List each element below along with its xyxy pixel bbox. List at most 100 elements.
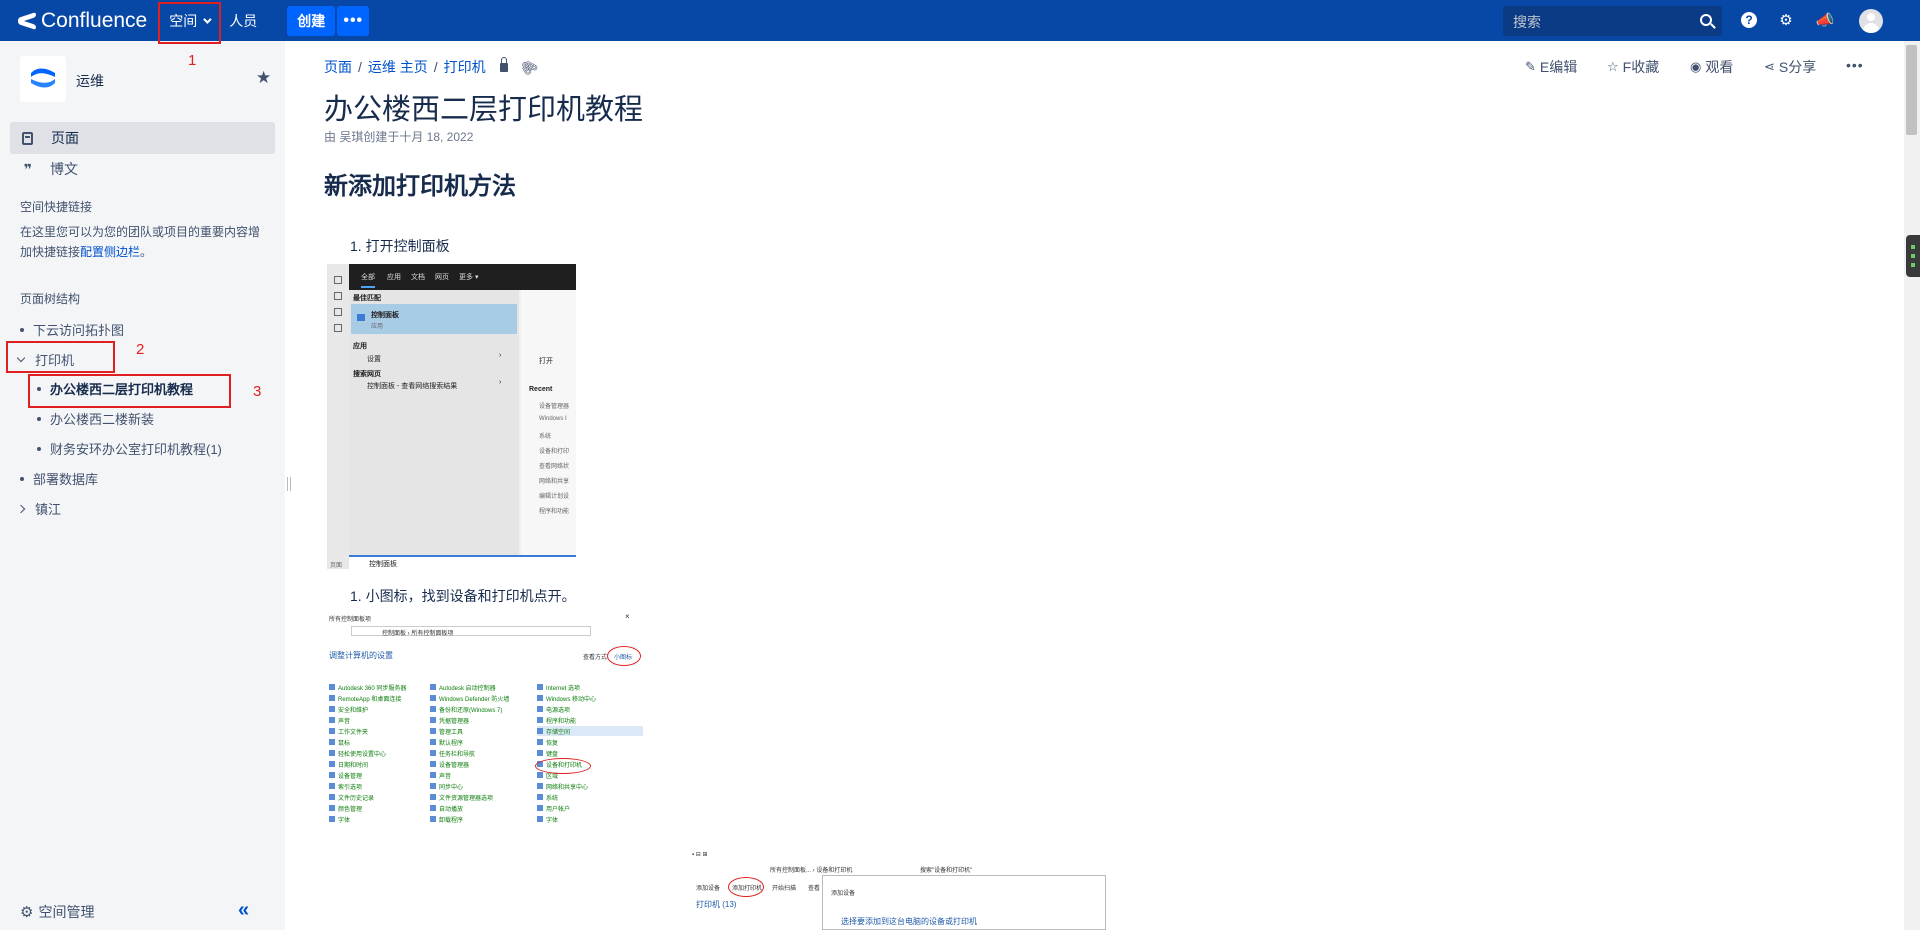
add-device-dialog: 添加设备 选择要添加到这台电脑的设备或打印机 [822,875,1106,930]
control-panel-item-icon [329,783,335,789]
quote-icon: ❞ [23,160,33,177]
scrollbar-thumb[interactable] [1906,45,1917,135]
user-avatar[interactable] [1859,9,1883,33]
control-panel-item-icon [329,816,335,822]
control-panel-item: 管理工具 [439,730,464,736]
more-actions-button[interactable]: ••• [1846,57,1864,73]
address-text: 所有控制面板... › 设备和打印机 [770,868,853,874]
tree-item-zhenjiang[interactable]: 镇江 [16,499,61,518]
control-panel-item: 颜色管理 [338,807,363,813]
rail-icon [334,324,342,332]
tree-item-finance-printer[interactable]: 财务安环办公室打印机教程(1) [37,439,222,458]
collapse-sidebar-icon[interactable]: « [238,899,249,922]
breadcrumb-pages[interactable]: 页面 [324,57,352,77]
search-icon [1700,14,1712,26]
breadcrumb-printer[interactable]: 打印机 [444,57,486,77]
notification-megaphone-icon[interactable]: 📣 [1816,11,1835,29]
chevron-right-icon: › [499,379,502,386]
tree-item-topology[interactable]: 下云访问拓扑图 [20,320,124,339]
watch-button[interactable]: ◉ 观看 [1690,57,1733,77]
create-button[interactable]: 创建 [287,5,336,36]
search-text: 控制面板 [369,561,397,568]
star-icon[interactable]: ★ [256,68,271,88]
chevron-right-icon[interactable] [16,504,26,513]
address-text: 控制面板 › 所有控制面板项 [382,631,454,637]
close-icon: × [625,612,630,621]
control-panel-item-icon [329,717,335,723]
tree-item-new-install[interactable]: 办公楼西二楼新装 [37,409,154,428]
sidebar-item-pages[interactable]: 页面 [10,122,275,154]
control-panel-item-icon [329,794,335,800]
apps-heading: 应用 [353,343,367,350]
screenshot-devices-printers[interactable]: ▪ ⊟ ⊞ 所有控制面板... › 设备和打印机 搜索"设备和打印机" 添加设备… [690,845,1106,930]
shortcuts-heading: 空间快捷链接 [20,200,93,214]
control-panel-item: 恢复 [546,741,559,747]
control-panel-item: 卸载程序 [439,818,464,824]
tree-item-database[interactable]: 部署数据库 [20,469,98,488]
section-heading: 新添加打印机方法 [324,173,516,200]
annotation-number-2: 2 [136,341,145,358]
recent-item: 网络和共享 [539,479,570,485]
screenshot-control-panel[interactable]: 所有控制面板项 × 控制面板 › 所有控制面板项 调整计算机的设置 查看方式: … [325,612,643,824]
settings-gear-icon[interactable]: ⚙ [1777,11,1795,29]
rail-icon [334,276,342,284]
side-widget[interactable] [1906,235,1920,277]
page-byline: 由 吴琪创建于十月 18, 2022 [324,130,474,144]
control-panel-item-icon [430,739,436,745]
space-name[interactable]: 运维 [76,71,104,91]
control-panel-item: 网络和共享中心 [546,785,589,791]
share-button[interactable]: ⋖ S分享 [1764,57,1816,77]
favorite-button[interactable]: ☆ F收藏 [1607,57,1659,77]
control-panel-item: Autodesk 360 同步服务器 [338,686,407,692]
search-input[interactable]: 搜索 [1503,6,1722,36]
breadcrumb-space-home[interactable]: 运维 主页 [368,57,428,77]
control-panel-item-icon [537,728,543,734]
page-tree-heading: 页面树结构 [20,292,81,306]
screenshot-start-menu[interactable]: 页面 全部 应用 文档 网页 更多 ▾ 最佳匹配 控制面板 应用 应用 设置 ›… [327,264,576,569]
control-panel-item-icon [537,794,543,800]
control-panel-item-icon [537,717,543,723]
tab-underline [361,286,375,288]
recent-item: 设备和打印 [539,449,570,455]
confluence-logo[interactable]: Confluence [18,9,147,33]
edit-button[interactable]: ✎ E编辑 [1525,57,1577,77]
control-panel-item: 程序和功能 [546,719,577,725]
favorite-label: F收藏 [1622,59,1660,75]
control-panel-item-icon [430,816,436,822]
control-panel-item: Autodesk 启动控制器 [439,686,496,692]
sidebar-item-label: 页面 [51,130,79,146]
create-more-button[interactable]: ••• [337,5,370,36]
control-panel-item: 轻松使用设置中心 [338,752,387,758]
help-icon[interactable]: ? [1741,12,1757,28]
control-panel-item-icon [537,695,543,701]
printers-heading: 打印机 (13) [696,900,737,909]
breadcrumb: 页面 / 运维 主页 / 打印机 🖇 [324,55,540,79]
vertical-scrollbar[interactable] [1904,41,1920,930]
space-admin-label: 空间管理 [38,904,95,920]
lock-icon[interactable] [499,56,508,72]
control-panel-item-icon [329,695,335,701]
control-panel-item-icon [537,684,543,690]
sidebar-item-blog[interactable]: ❞ 博文 [10,153,275,185]
space-logo[interactable] [20,56,66,102]
sidebar-item-label: 博文 [50,161,78,177]
recent-item: 编辑计划设 [539,494,570,500]
tree-item-label: 下云访问拓扑图 [33,323,125,338]
tab-web: 网页 [435,274,449,281]
recent-item: 系统 [539,434,552,440]
sidebar-resize-handle[interactable] [287,477,291,491]
control-panel-item: Windows Defender 防火墙 [439,697,510,703]
adjust-settings-heading: 调整计算机的设置 [329,651,393,660]
control-panel-item-icon [430,728,436,734]
control-panel-item: 设备管理器 [439,763,470,769]
space-admin-link[interactable]: ⚙ 空间管理 [20,902,94,922]
control-panel-item-icon [329,772,335,778]
recent-item: 设备管理器 [539,404,570,410]
people-menu[interactable]: 人员 [219,0,267,41]
window-title: 所有控制面板项 [329,617,372,623]
start-scan-button: 开始扫描 [772,886,797,892]
configure-sidebar-link[interactable]: 配置侧边栏 [80,245,140,259]
tab-docs: 文档 [411,274,425,281]
control-panel-item: 声音 [439,774,452,780]
attachment-icon[interactable]: 🖇 [516,55,541,80]
